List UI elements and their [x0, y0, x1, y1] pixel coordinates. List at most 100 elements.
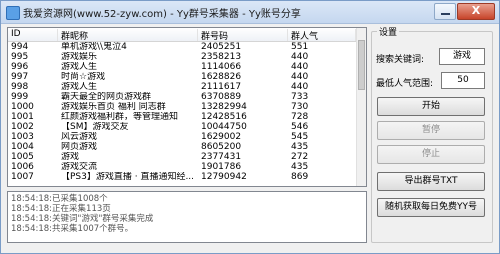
row-nickname: 游戏人生 [61, 62, 98, 72]
log-line: 18:54:18:共采集1007个群号。 [11, 224, 134, 234]
row-group-number: 1628826 [201, 72, 242, 82]
row-nickname: 【PS3】游戏直播 · 直播通知经... [61, 172, 195, 182]
row-popularity: 440 [291, 82, 309, 92]
table-row[interactable]: 1000 游戏娱乐首页 福利 同志群 13282994 730 [8, 102, 366, 112]
row-nickname: 游戏人生 [61, 82, 98, 92]
min-popularity-input[interactable]: 50 [441, 72, 485, 89]
row-id: 1003 [11, 132, 34, 142]
row-id: 1001 [11, 112, 34, 122]
row-group-number: 2405251 [201, 42, 242, 52]
column-header-group-number[interactable]: 群号码 [198, 29, 288, 42]
column-header-popularity[interactable]: 群人气 [288, 29, 356, 42]
table-row[interactable]: 1002 【SM】游戏交友 10044750 546 [8, 122, 366, 132]
close-button[interactable]: X [457, 3, 495, 20]
scrollbar-thumb[interactable] [358, 40, 365, 90]
minimize-button[interactable] [434, 3, 456, 20]
table-row[interactable]: 999 霸天最全的网页游戏群 6370889 733 [8, 92, 366, 102]
row-popularity: 272 [291, 152, 309, 162]
list-header: ID 群昵称 群号码 群人气 [8, 28, 366, 42]
row-id: 1000 [11, 102, 34, 112]
column-header-id[interactable]: ID [8, 29, 58, 41]
pause-button[interactable]: 暂停 [377, 121, 485, 140]
row-id: 1006 [11, 162, 34, 172]
close-icon: X [471, 4, 481, 17]
row-nickname: 【SM】游戏交友 [61, 122, 129, 132]
keyword-input[interactable]: 游戏 [439, 48, 485, 65]
table-row[interactable]: 1006 游戏交流 1901786 435 [8, 162, 366, 172]
table-row[interactable]: 995 游戏娱乐 2358213 440 [8, 52, 366, 62]
group-list[interactable]: ID 群昵称 群号码 群人气 994 单机游戏\\鬼泣4 2405251 551 995… [7, 27, 367, 187]
row-popularity: 435 [291, 142, 309, 152]
row-id: 998 [11, 82, 29, 92]
row-popularity: 730 [291, 102, 309, 112]
row-popularity: 546 [291, 122, 309, 132]
row-nickname: 单机游戏\\鬼泣4 [61, 42, 127, 52]
row-id: 999 [11, 92, 29, 102]
row-group-number: 2111617 [201, 82, 242, 92]
row-nickname: 游戏娱乐首页 福利 同志群 [61, 102, 166, 112]
list-scrollbar[interactable] [356, 28, 366, 186]
row-group-number: 1629002 [201, 132, 242, 142]
row-nickname: 游戏娱乐 [61, 52, 98, 62]
table-row[interactable]: 996 游戏人生 1114066 440 [8, 62, 366, 72]
row-popularity: 869 [291, 172, 309, 182]
table-row[interactable]: 998 游戏人生 2111617 440 [8, 82, 366, 92]
row-popularity: 440 [291, 62, 309, 72]
row-popularity: 728 [291, 112, 309, 122]
row-nickname: 风云游戏 [61, 132, 98, 142]
log-panel: 18:54:18:已采集1008个 18:54:18:正在采集113页 18:5… [7, 191, 367, 243]
row-group-number: 2358213 [201, 52, 242, 62]
export-txt-button[interactable]: 导出群号TXT [377, 172, 485, 191]
row-id: 1005 [11, 152, 34, 162]
row-nickname: 红颜游戏福利群，等管理通知 [61, 112, 179, 122]
start-button[interactable]: 开始 [377, 97, 485, 116]
row-popularity: 440 [291, 72, 309, 82]
settings-title: 设置 [377, 25, 400, 38]
log-line: 18:54:18:正在采集113页 [11, 204, 111, 214]
table-row[interactable]: 1003 风云游戏 1629002 545 [8, 132, 366, 142]
window-title: 我爱资源网(www.52-zyw.com) - Yy群号采集器 - Yy账号分享 [23, 9, 301, 20]
table-row[interactable]: 1004 网页游戏 8605200 435 [8, 142, 366, 152]
app-icon [6, 6, 20, 20]
minimize-icon [441, 13, 450, 15]
stop-button[interactable]: 停止 [377, 145, 485, 164]
keyword-label: 搜索关键词: [376, 55, 425, 65]
column-header-nickname[interactable]: 群昵称 [58, 29, 198, 42]
title-bar[interactable]: 我爱资源网(www.52-zyw.com) - Yy群号采集器 - Yy账号分享… [1, 1, 499, 24]
random-yy-button[interactable]: 随机获取每日免费YY号 [377, 198, 485, 217]
row-group-number: 13282994 [201, 102, 247, 112]
row-popularity: 733 [291, 92, 309, 102]
row-group-number: 1901786 [201, 162, 242, 172]
table-row[interactable]: 1005 游戏 2377431 272 [8, 152, 366, 162]
row-group-number: 10044750 [201, 122, 247, 132]
row-group-number: 8605200 [201, 142, 242, 152]
table-row[interactable]: 1001 红颜游戏福利群，等管理通知 12428516 728 [8, 112, 366, 122]
table-row[interactable]: 997 时尚☆游戏 1628826 440 [8, 72, 366, 82]
row-id: 1002 [11, 122, 34, 132]
row-id: 996 [11, 62, 29, 72]
row-id: 1004 [11, 142, 34, 152]
row-id: 994 [11, 42, 29, 52]
row-nickname: 霸天最全的网页游戏群 [61, 92, 152, 102]
row-id: 997 [11, 72, 29, 82]
row-nickname: 时尚☆游戏 [61, 72, 106, 82]
table-row[interactable]: 994 单机游戏\\鬼泣4 2405251 551 [8, 42, 366, 52]
row-nickname: 网页游戏 [61, 142, 98, 152]
row-popularity: 551 [291, 42, 309, 52]
row-nickname: 游戏交流 [61, 162, 98, 172]
row-id: 995 [11, 52, 29, 62]
log-line: 18:54:18:已采集1008个 [11, 194, 108, 204]
row-popularity: 440 [291, 52, 309, 62]
row-nickname: 游戏 [61, 152, 80, 162]
min-popularity-label: 最低人气范围: [376, 79, 434, 89]
row-group-number: 12428516 [201, 112, 247, 122]
row-group-number: 6370889 [201, 92, 242, 102]
row-id: 1007 [11, 172, 34, 182]
log-line: 18:54:18:关键词"游戏"群号采集完成 [11, 214, 154, 224]
row-popularity: 435 [291, 162, 309, 172]
row-group-number: 12790942 [201, 172, 247, 182]
main-window: 我爱资源网(www.52-zyw.com) - Yy群号采集器 - Yy账号分享… [0, 0, 500, 254]
row-group-number: 1114066 [201, 62, 242, 72]
table-row[interactable]: 1007 【PS3】游戏直播 · 直播通知经... 12790942 869 [8, 172, 366, 182]
row-group-number: 2377431 [201, 152, 242, 162]
